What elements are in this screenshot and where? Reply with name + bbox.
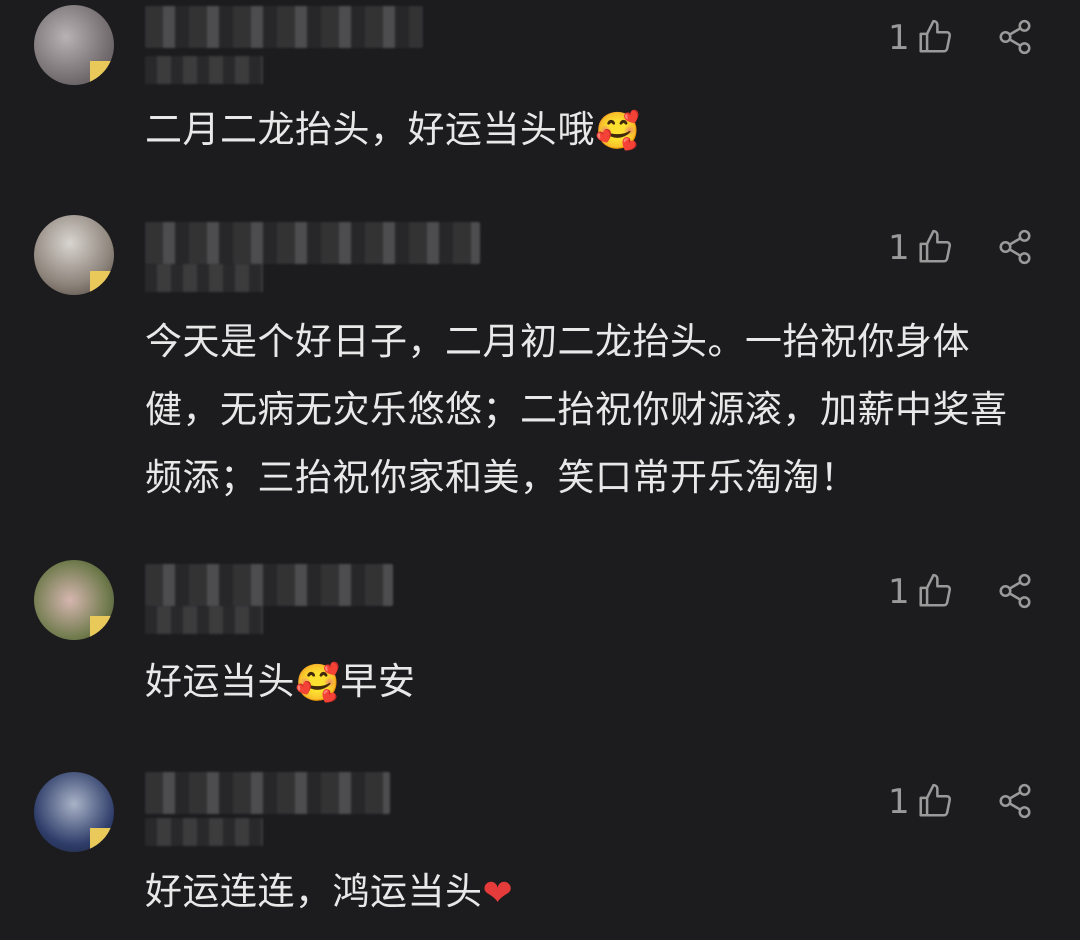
comment-text: 二月二龙抬头，好运当头哦🥰 (145, 96, 1035, 166)
like-count: 1 (888, 782, 910, 822)
comment-text: 好运连连，鸿运当头❤ (145, 858, 1035, 928)
verified-badge-icon (90, 828, 112, 850)
like-count: 1 (888, 572, 910, 612)
verified-badge-icon (90, 271, 112, 293)
username-blurred[interactable] (145, 222, 480, 264)
share-icon[interactable] (996, 782, 1034, 820)
username-blurred[interactable] (145, 564, 393, 606)
red-heart-icon: ❤ (482, 872, 514, 914)
share-icon[interactable] (996, 18, 1034, 56)
thumbs-up-icon[interactable] (916, 572, 954, 610)
comment-meta-blurred (145, 264, 263, 292)
like-count: 1 (888, 228, 910, 268)
comment-meta-blurred (145, 606, 263, 634)
share-icon[interactable] (996, 228, 1034, 266)
comment-meta-blurred (145, 818, 263, 846)
smiling-face-with-flower-emoji-icon: 🥰 (295, 662, 341, 704)
comment-text: 好运当头🥰早安 (145, 648, 1035, 718)
comment-text: 今天是个好日子，二月初二龙抬头。一抬祝你身体健，无病无灾乐悠悠；二抬祝你财源滚，… (145, 320, 1008, 499)
verified-badge-icon (90, 616, 112, 638)
share-icon[interactable] (996, 572, 1034, 610)
avatar[interactable] (34, 560, 114, 640)
username-blurred[interactable] (145, 772, 390, 814)
verified-badge-icon (90, 61, 112, 83)
thumbs-up-icon[interactable] (916, 18, 954, 56)
avatar[interactable] (34, 772, 114, 852)
smiling-face-with-flower-emoji-icon: 🥰 (595, 110, 641, 152)
comment-meta-blurred (145, 56, 263, 84)
avatar[interactable] (34, 5, 114, 85)
avatar[interactable] (34, 215, 114, 295)
thumbs-up-icon[interactable] (916, 782, 954, 820)
thumbs-up-icon[interactable] (916, 228, 954, 266)
like-count: 1 (888, 18, 910, 58)
username-blurred[interactable] (145, 6, 423, 48)
